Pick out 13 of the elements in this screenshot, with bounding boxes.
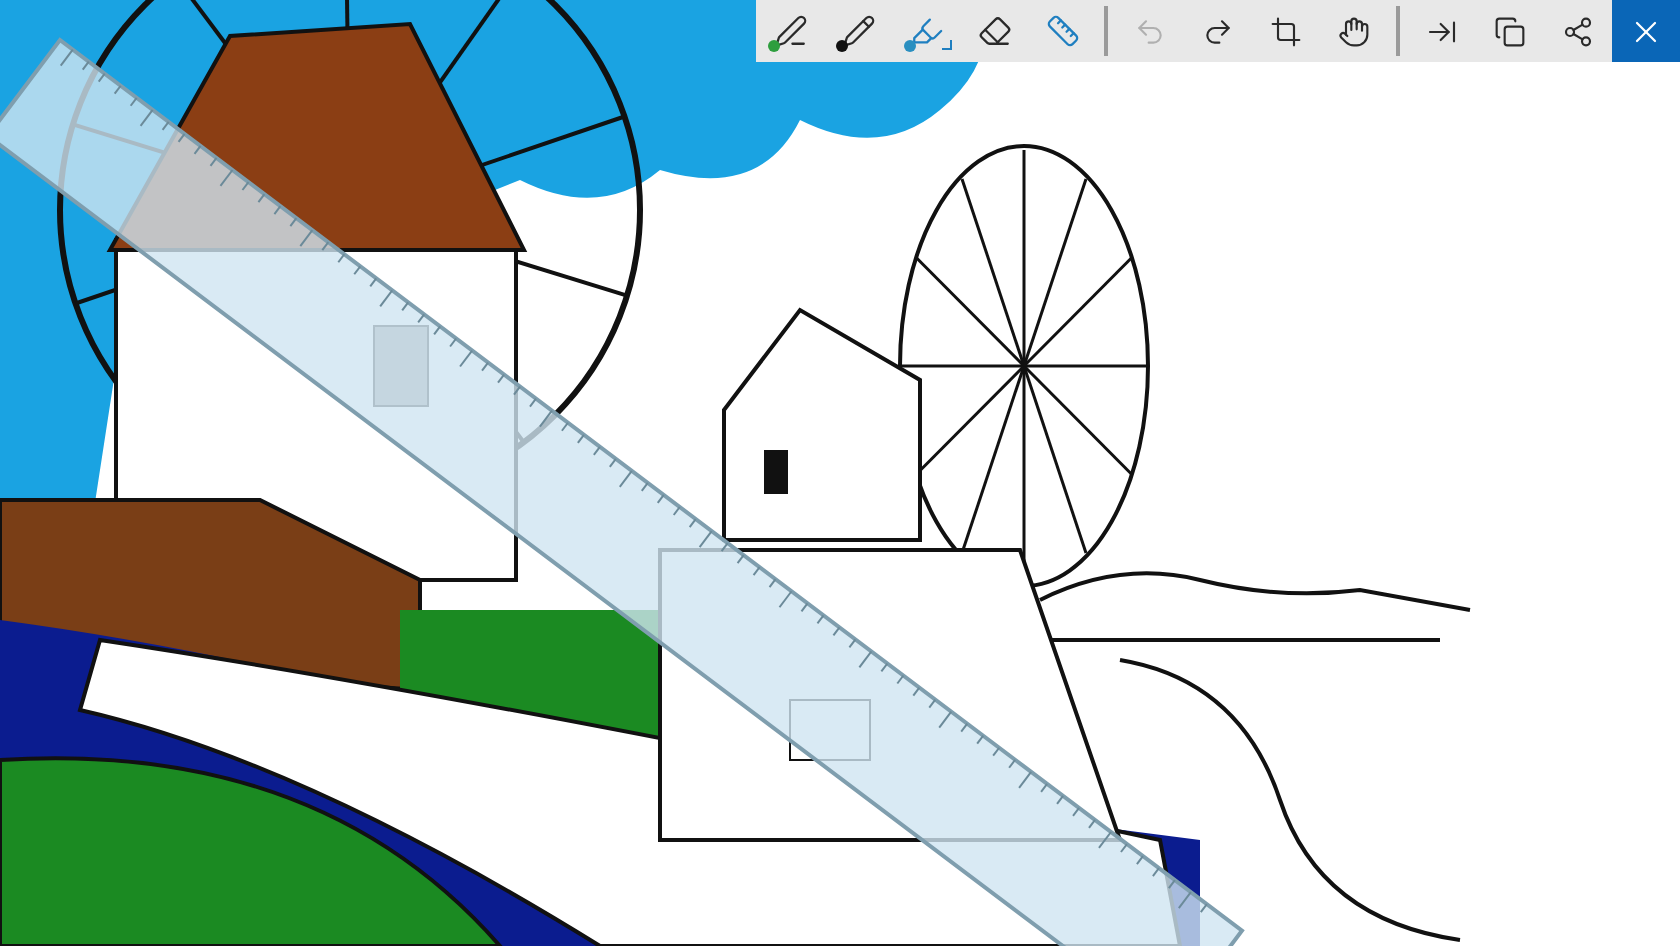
options-corner-icon	[942, 40, 952, 50]
pencil-icon	[841, 14, 875, 48]
highlighter-icon	[909, 14, 943, 48]
pen-icon	[773, 14, 807, 48]
copy-icon	[1494, 15, 1526, 47]
undo-icon	[1134, 15, 1166, 47]
crop-icon	[1270, 15, 1302, 47]
hand-icon	[1338, 15, 1370, 47]
share-icon	[1562, 15, 1594, 47]
ruler-icon	[1045, 14, 1079, 48]
redo-icon	[1202, 15, 1234, 47]
eraser-icon	[977, 14, 1011, 48]
close-button[interactable]	[1612, 0, 1680, 62]
